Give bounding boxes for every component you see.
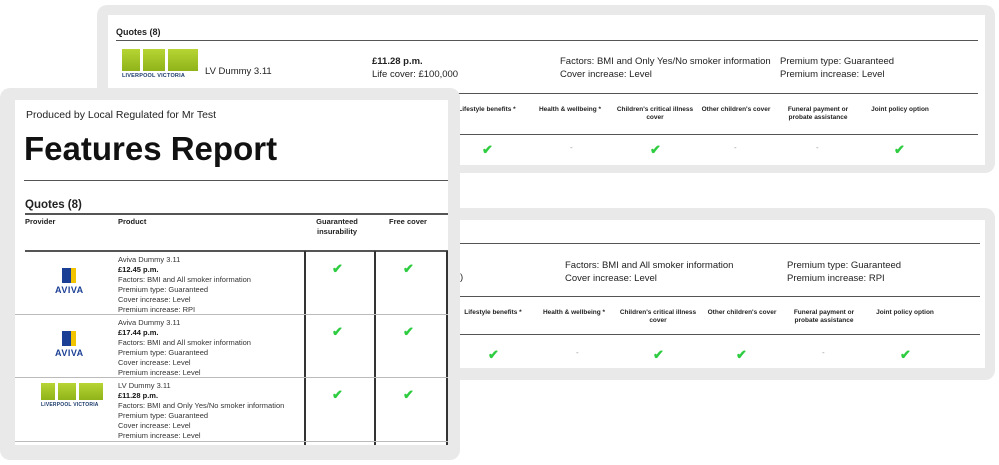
aviva-logo: AVIVA (55, 268, 84, 295)
features-report-page: Produced by Local Regulated for Mr Test … (15, 100, 448, 445)
feature-header: Other children's cover (707, 309, 777, 316)
premium-type: Premium type: Guaranteed (787, 260, 902, 271)
feature-header: Funeral payment or probate assistance (787, 106, 849, 121)
quotes-heading: Quotes (8) (116, 27, 161, 37)
product-name: LV Dummy 3.11 (205, 66, 272, 77)
check-icon: ✔ (900, 347, 911, 362)
check-icon: ✔ (736, 347, 747, 362)
feature-header: Other children's cover (701, 106, 771, 113)
premium-increase: Premium increase: RPI (787, 273, 885, 284)
life-cover: Life cover: £100,000 (372, 69, 459, 80)
factors: Factors: BMI and All smoker information (565, 260, 734, 271)
page-title: Features Report (24, 130, 278, 167)
row-divider (15, 441, 448, 442)
column-free-cover: Free cover (389, 217, 427, 226)
free-cover-check-icon: ✔ (403, 324, 414, 339)
dash-icon: - (570, 143, 573, 152)
cover-increase: Cover increase: Level (560, 69, 652, 80)
partial-text: ) (460, 272, 464, 283)
check-icon: ✔ (488, 347, 499, 362)
guaranteed-insurability-check-icon: ✔ (332, 261, 343, 276)
free-cover-check-icon: ✔ (403, 261, 414, 276)
aviva-logo: AVIVA (55, 331, 84, 358)
column-provider: Provider (25, 217, 56, 226)
check-icon: ✔ (894, 142, 905, 157)
divider (460, 296, 980, 297)
feature-header: Lifestyle benefits * (464, 309, 522, 316)
feature-header: Health & wellbeing * (542, 309, 606, 316)
divider (25, 213, 448, 215)
column-product: Product (118, 217, 147, 226)
premium-increase: Premium increase: Level (780, 69, 885, 80)
quotes-heading: Quotes (8) (25, 199, 82, 211)
divider (25, 250, 448, 252)
divider (460, 243, 980, 244)
check-icon: ✔ (650, 142, 661, 157)
divider (460, 334, 980, 335)
feature-header: Children's critical illness cover (616, 106, 694, 121)
lv-logo: LIVERPOOL VICTORIA (122, 49, 198, 79)
free-cover-check-icon: ✔ (403, 387, 414, 402)
dash-icon: - (734, 143, 737, 152)
column-guaranteed-insurability: Guaranteed insurability (316, 217, 358, 236)
feature-header: Funeral payment or probate assistance (793, 309, 855, 324)
guaranteed-insurability-check-icon: ✔ (332, 324, 343, 339)
dash-icon: - (576, 348, 579, 357)
quote-product: Aviva Dummy 3.11 £12.45 p.m. Factors: BM… (118, 255, 251, 314)
feature-header: Health & wellbeing * (538, 106, 602, 113)
check-icon: ✔ (482, 142, 493, 157)
feature-header: Children's critical illness cover (619, 309, 697, 324)
column-divider (304, 251, 306, 445)
dash-icon: - (822, 348, 825, 357)
price: £11.28 p.m. (372, 56, 423, 67)
factors: Factors: BMI and Only Yes/No smoker info… (560, 56, 771, 67)
column-divider (374, 251, 376, 445)
lv-logo: LIVERPOOL VICTORIA (41, 383, 103, 408)
cover-increase: Cover increase: Level (565, 273, 657, 284)
quote-product: Aviva Dummy 3.11 £17.44 p.m. Factors: BM… (118, 318, 251, 377)
premium-type: Premium type: Guaranteed (780, 56, 895, 67)
column-divider (446, 251, 448, 445)
check-icon: ✔ (653, 347, 664, 362)
divider (116, 40, 978, 41)
report-page-2: ) Factors: BMI and All smoker informatio… (460, 220, 985, 368)
row-divider (15, 377, 448, 378)
guaranteed-insurability-check-icon: ✔ (332, 387, 343, 402)
feature-header: Joint policy option (871, 106, 929, 113)
row-divider (15, 314, 448, 315)
dash-icon: - (816, 143, 819, 152)
produced-by: Produced by Local Regulated for Mr Test (26, 109, 217, 121)
feature-header: Joint policy option (876, 309, 934, 316)
quote-product: LV Dummy 3.11 £11.28 p.m. Factors: BMI a… (118, 381, 285, 440)
divider (24, 180, 448, 181)
